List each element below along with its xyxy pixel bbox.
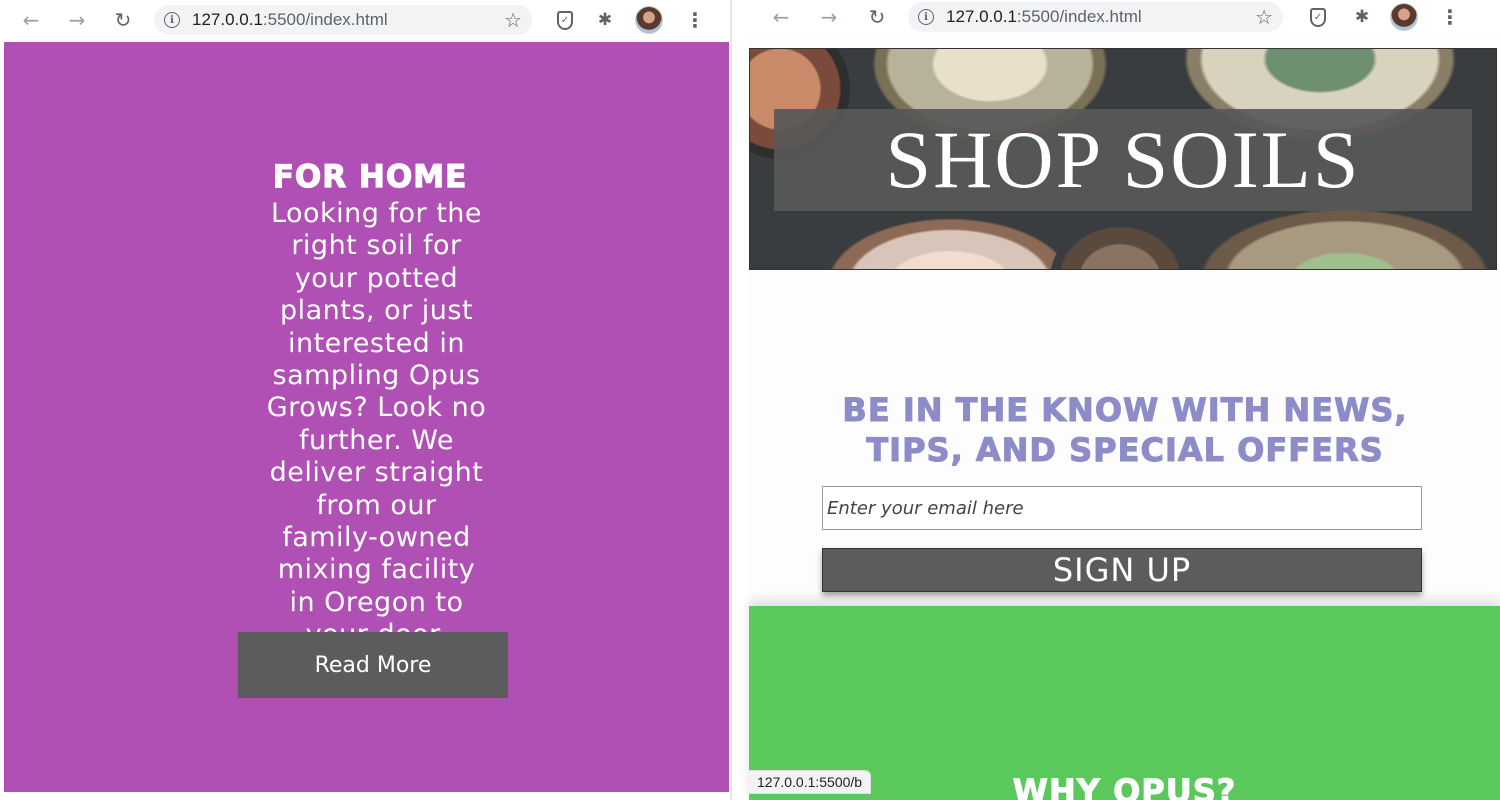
- newsletter-heading-line: BE IN THE KNOW WITH NEWS,: [842, 391, 1408, 430]
- url-text[interactable]: 127.0.0.1:5500/index.html: [946, 7, 1255, 27]
- browser-toolbar: ← → ↻ i 127.0.0.1:5500/index.html ☆ ✓ ✱ …: [734, 0, 1500, 34]
- body-text-line: plants, or just: [279, 295, 474, 327]
- hero-title-box: SHOP SOILS: [774, 109, 1472, 211]
- succulent-pot-image: [810, 209, 1090, 269]
- body-text-line: sampling Opus: [272, 360, 481, 392]
- status-url-bubble: 127.0.0.1:5500/b: [749, 770, 872, 794]
- shield-icon: ✓: [1310, 7, 1326, 27]
- profile-avatar[interactable]: [1389, 2, 1419, 32]
- shield-icon: ✓: [557, 10, 573, 30]
- hero-title: SHOP SOILS: [885, 114, 1361, 205]
- url-host: 127.0.0.1: [192, 10, 263, 29]
- puzzle-icon[interactable]: ✱: [1347, 2, 1377, 32]
- body-text-line: interested in: [287, 327, 466, 359]
- forward-arrow-icon[interactable]: →: [814, 2, 844, 32]
- url-path: :5500/index.html: [1016, 7, 1142, 26]
- email-input[interactable]: [822, 486, 1422, 530]
- browser-toolbar: ← → ↻ i 127.0.0.1:5500/index.html ☆ ✓ ✱ …: [0, 0, 730, 40]
- body-text-line: your potted: [294, 262, 459, 294]
- info-icon[interactable]: i: [918, 9, 934, 25]
- url-host: 127.0.0.1: [946, 7, 1017, 26]
- url-text[interactable]: 127.0.0.1:5500/index.html: [192, 10, 504, 30]
- avatar: [635, 6, 663, 34]
- left-browser-window: ← → ↻ i 127.0.0.1:5500/index.html ☆ ✓ ✱ …: [0, 0, 732, 800]
- body-text-line: in Oregon to: [289, 586, 464, 618]
- star-icon[interactable]: ☆: [1255, 5, 1273, 29]
- info-icon[interactable]: i: [164, 12, 180, 28]
- reload-icon[interactable]: ↻: [108, 5, 138, 35]
- profile-avatar[interactable]: [634, 5, 664, 35]
- avatar: [1390, 3, 1418, 31]
- body-text-line: Grows? Look no: [266, 392, 487, 424]
- succulent-pot-image: [1050, 219, 1190, 269]
- body-text-line: deliver straight: [269, 457, 484, 489]
- hero-banner: SHOP SOILS: [749, 48, 1497, 270]
- back-arrow-icon[interactable]: ←: [766, 2, 796, 32]
- body-text-line: Looking for the: [270, 198, 483, 229]
- address-bar[interactable]: i 127.0.0.1:5500/index.html ☆: [908, 2, 1283, 32]
- right-browser-window: ← → ↻ i 127.0.0.1:5500/index.html ☆ ✓ ✱ …: [734, 0, 1500, 800]
- newsletter-heading-line: TIPS, AND SPECIAL OFFERS: [866, 431, 1384, 470]
- url-path: :5500/index.html: [262, 10, 388, 29]
- body-text-line: further. We: [298, 424, 455, 456]
- kebab-menu-icon[interactable]: ⋮: [1435, 2, 1465, 32]
- for-home-section: FOR HOME Looking for the right soil for yo…: [4, 42, 729, 792]
- back-arrow-icon[interactable]: ←: [16, 5, 46, 35]
- web-page: SHOP SOILS BE IN THE KNOW WITH NEWS, TIP…: [749, 36, 1500, 800]
- read-more-button[interactable]: Read More: [238, 632, 508, 698]
- star-icon[interactable]: ☆: [504, 8, 522, 32]
- section-body-text: Looking for the right soil for your potted…: [229, 198, 524, 652]
- kebab-menu-icon[interactable]: ⋮: [680, 5, 710, 35]
- section-heading: FOR HOME: [272, 158, 468, 195]
- body-text-line: mixing facility: [277, 554, 476, 586]
- puzzle-icon[interactable]: ✱: [590, 5, 620, 35]
- body-text-line: from our: [316, 489, 437, 521]
- sign-up-button[interactable]: SIGN UP: [822, 548, 1422, 592]
- forward-arrow-icon[interactable]: →: [62, 5, 92, 35]
- shield-extension-icon[interactable]: ✓: [550, 5, 580, 35]
- shield-extension-icon[interactable]: ✓: [1303, 2, 1333, 32]
- reload-icon[interactable]: ↻: [862, 2, 892, 32]
- address-bar[interactable]: i 127.0.0.1:5500/index.html ☆: [154, 5, 532, 35]
- newsletter-heading: BE IN THE KNOW WITH NEWS, TIPS, AND SPEC…: [769, 390, 1481, 470]
- body-text-line: family-owned: [282, 522, 471, 554]
- body-text-line: right soil for: [291, 230, 462, 262]
